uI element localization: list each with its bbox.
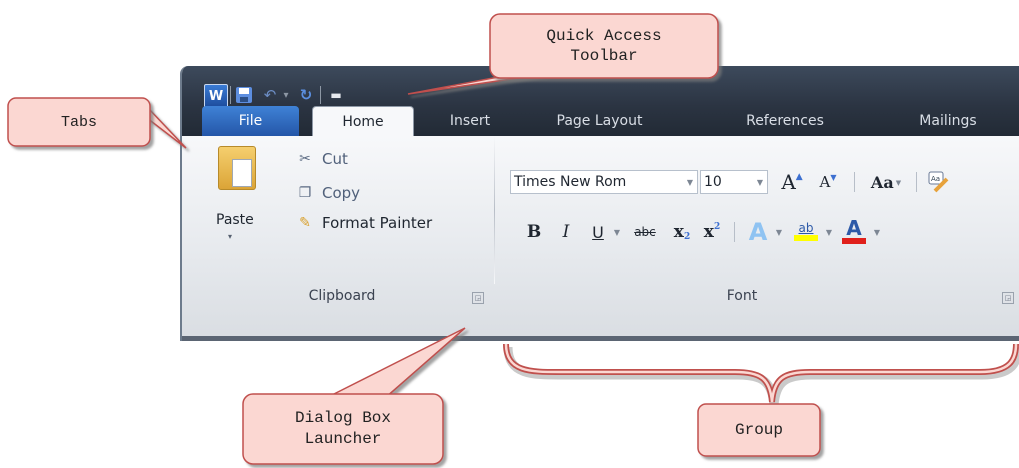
group-bracket-inner [504,343,1018,403]
tabs-callout-label: Tabs [60,113,97,131]
quick-access-callout-label: Quick Access Toolbar [546,27,662,65]
dialog-launcher-callout-pointer [329,327,466,399]
dialog-launcher-callout-label: Dialog Box Launcher [294,409,391,448]
group-callout-label: Group [734,421,783,439]
